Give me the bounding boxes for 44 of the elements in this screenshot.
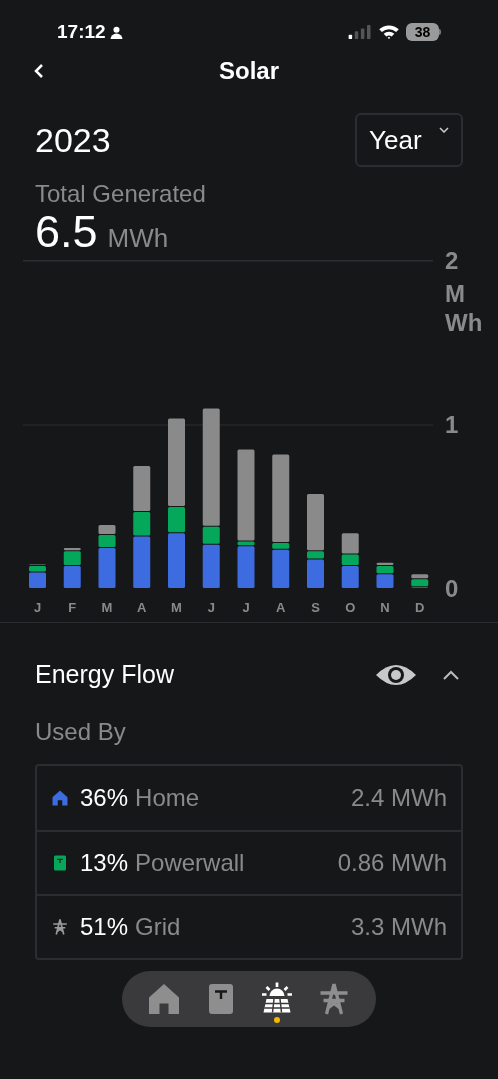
x-axis-label: D	[415, 600, 425, 615]
y-axis-label: 2	[445, 247, 459, 274]
x-axis-label: F	[68, 600, 77, 615]
x-axis-label: J	[33, 600, 42, 615]
usage-source: Grid	[135, 911, 181, 942]
y-axis-title: M Wh	[445, 280, 483, 336]
summary-value: 6.5	[35, 209, 98, 255]
x-axis-label: N	[380, 600, 390, 615]
summary-label: Total Generated	[35, 179, 207, 209]
chevron-up-icon[interactable]	[443, 669, 459, 680]
year-label: 2023	[35, 119, 111, 161]
x-axis-label: A	[137, 600, 147, 615]
x-axis-label: M	[101, 600, 113, 615]
summary-unit: MWh	[107, 222, 169, 255]
usage-source: Powerwall	[135, 847, 245, 878]
usage-percent: 36%	[80, 782, 129, 813]
page-title: Solar	[219, 56, 279, 86]
y-axis-label: 1	[445, 411, 459, 438]
x-axis-label: M	[171, 600, 182, 615]
x-axis-label: A	[276, 600, 286, 615]
usage-source: Home	[135, 782, 200, 813]
back-chevron-icon[interactable]	[34, 63, 44, 79]
usage-value: 3.3 MWh	[350, 911, 447, 942]
y-axis-label: 0	[445, 575, 459, 602]
signal-icon	[348, 25, 372, 39]
person-icon	[109, 25, 123, 39]
battery-cabinet-icon	[51, 853, 69, 872]
clock-time: 17:12	[57, 19, 106, 44]
section-title: Energy Flow	[35, 659, 174, 690]
range-dropdown[interactable]: Year	[355, 113, 463, 167]
x-axis-label: O	[345, 600, 356, 615]
x-axis-label: J	[207, 600, 215, 615]
house-icon	[51, 788, 69, 807]
section-subtitle: Used By	[35, 716, 127, 747]
usage-value: 2.4 MWh	[350, 782, 447, 813]
x-axis-label: S	[311, 600, 320, 615]
usage-percent: 51%	[80, 911, 129, 942]
battery-indicator: 38	[406, 23, 439, 41]
usage-percent: 13%	[80, 847, 129, 878]
chevron-down-icon	[439, 127, 449, 133]
x-axis-label: J	[242, 600, 250, 615]
usage-value: 0.86 MWh	[337, 847, 447, 878]
power-tower-icon	[51, 917, 69, 936]
wifi-icon	[378, 24, 400, 40]
